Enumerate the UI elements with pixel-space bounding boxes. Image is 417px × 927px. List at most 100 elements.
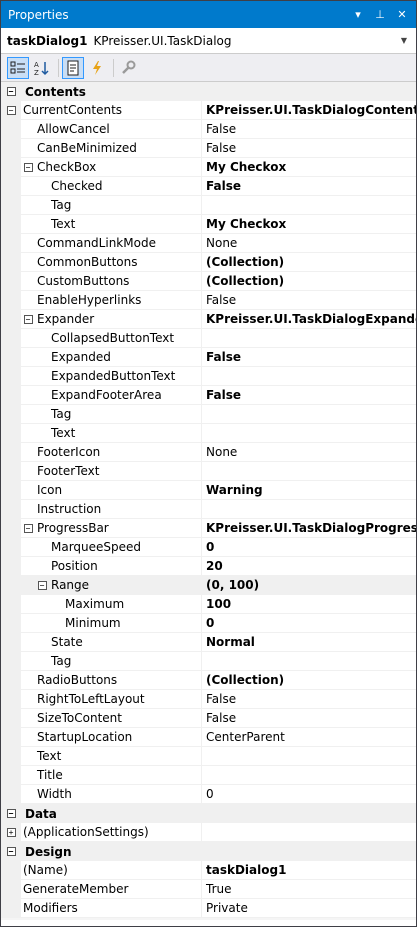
category-toggle[interactable]: − bbox=[1, 82, 21, 101]
collapse-icon[interactable]: − bbox=[23, 314, 33, 324]
property-value[interactable] bbox=[202, 500, 416, 519]
collapse-icon[interactable]: − bbox=[6, 105, 16, 115]
events-button[interactable] bbox=[86, 57, 108, 79]
property-row[interactable]: − Range (0, 100) bbox=[1, 576, 416, 595]
property-name-cell[interactable]: Text bbox=[1, 424, 202, 443]
property-name-cell[interactable]: AllowCancel bbox=[1, 120, 202, 139]
property-value[interactable]: (Collection) bbox=[202, 253, 416, 272]
property-name-cell[interactable]: CanBeMinimized bbox=[1, 139, 202, 158]
property-row[interactable]: SizeToContent False bbox=[1, 709, 416, 728]
property-row[interactable]: Instruction bbox=[1, 500, 416, 519]
property-name-cell[interactable]: GenerateMember bbox=[1, 880, 202, 899]
property-row[interactable]: − ProgressBar KPreisser.UI.TaskDialogProgr… bbox=[1, 519, 416, 538]
property-value[interactable]: True bbox=[202, 880, 416, 899]
property-name-cell[interactable]: Checked bbox=[1, 177, 202, 196]
property-value[interactable] bbox=[202, 462, 416, 481]
property-name-cell[interactable]: CommandLinkMode bbox=[1, 234, 202, 253]
collapse-icon[interactable]: − bbox=[23, 162, 33, 172]
property-name-cell[interactable]: Position bbox=[1, 557, 202, 576]
property-name-cell[interactable]: − ProgressBar bbox=[1, 519, 202, 538]
property-row[interactable]: StartupLocation CenterParent bbox=[1, 728, 416, 747]
property-value[interactable]: My Checkox bbox=[202, 215, 416, 234]
property-value[interactable]: False bbox=[202, 120, 416, 139]
property-name-cell[interactable]: FooterText bbox=[1, 462, 202, 481]
property-row[interactable]: Checked False bbox=[1, 177, 416, 196]
property-value[interactable]: False bbox=[202, 709, 416, 728]
property-name-cell[interactable]: + (ApplicationSettings) bbox=[1, 823, 202, 842]
property-value[interactable]: 0 bbox=[202, 785, 416, 804]
property-value[interactable]: False bbox=[202, 386, 416, 405]
property-value[interactable] bbox=[202, 652, 416, 671]
property-value[interactable]: taskDialog1 bbox=[202, 861, 416, 880]
property-row[interactable]: (Name) taskDialog1 bbox=[1, 861, 416, 880]
property-row[interactable]: CommonButtons (Collection) bbox=[1, 253, 416, 272]
collapse-icon[interactable]: − bbox=[6, 809, 16, 818]
property-row[interactable]: CollapsedButtonText bbox=[1, 329, 416, 348]
property-name-cell[interactable]: MarqueeSpeed bbox=[1, 538, 202, 557]
expander-slot[interactable]: − bbox=[21, 314, 35, 324]
property-value[interactable] bbox=[202, 405, 416, 424]
property-row[interactable]: Expanded False bbox=[1, 348, 416, 367]
property-value[interactable] bbox=[202, 823, 416, 842]
property-name-cell[interactable]: Maximum bbox=[1, 595, 202, 614]
property-row[interactable]: Position 20 bbox=[1, 557, 416, 576]
property-value[interactable]: Private bbox=[202, 899, 416, 918]
property-row[interactable]: Text bbox=[1, 424, 416, 443]
property-name-cell[interactable]: Title bbox=[1, 766, 202, 785]
collapse-icon[interactable]: − bbox=[6, 87, 16, 96]
property-name-cell[interactable]: Expanded bbox=[1, 348, 202, 367]
property-name-cell[interactable]: EnableHyperlinks bbox=[1, 291, 202, 310]
property-row[interactable]: EnableHyperlinks False bbox=[1, 291, 416, 310]
property-row[interactable]: Minimum 0 bbox=[1, 614, 416, 633]
property-row[interactable]: MarqueeSpeed 0 bbox=[1, 538, 416, 557]
property-value[interactable]: 0 bbox=[202, 614, 416, 633]
property-name-cell[interactable]: RightToLeftLayout bbox=[1, 690, 202, 709]
collapse-icon[interactable]: − bbox=[6, 847, 16, 856]
property-row[interactable]: Tag bbox=[1, 405, 416, 424]
property-name-cell[interactable]: − Expander bbox=[1, 310, 202, 329]
property-pages-button[interactable] bbox=[117, 57, 139, 79]
window-position-dropdown-icon[interactable]: ▾ bbox=[350, 7, 366, 23]
property-value[interactable] bbox=[202, 367, 416, 386]
property-name-cell[interactable]: − CheckBox bbox=[1, 158, 202, 177]
property-row[interactable]: RadioButtons (Collection) bbox=[1, 671, 416, 690]
expander-slot[interactable]: − bbox=[21, 523, 35, 533]
property-name-cell[interactable]: Minimum bbox=[1, 614, 202, 633]
properties-button[interactable] bbox=[62, 56, 84, 79]
chevron-down-icon[interactable]: ▼ bbox=[396, 36, 412, 45]
row-gutter[interactable]: + bbox=[1, 823, 21, 841]
property-value[interactable]: My Checkox bbox=[202, 158, 416, 177]
property-value[interactable]: 100 bbox=[202, 595, 416, 614]
property-row[interactable]: CanBeMinimized False bbox=[1, 139, 416, 158]
property-name-cell[interactable]: Text bbox=[1, 747, 202, 766]
property-value[interactable]: None bbox=[202, 234, 416, 253]
property-value[interactable] bbox=[202, 766, 416, 785]
property-row[interactable]: FooterIcon None bbox=[1, 443, 416, 462]
property-row[interactable]: AllowCancel False bbox=[1, 120, 416, 139]
alphabetical-button[interactable]: A Z bbox=[31, 57, 53, 79]
property-value[interactable]: False bbox=[202, 348, 416, 367]
property-row[interactable]: RightToLeftLayout False bbox=[1, 690, 416, 709]
category-toggle[interactable]: − bbox=[1, 842, 21, 861]
property-name-cell[interactable]: Icon bbox=[1, 481, 202, 500]
collapse-icon[interactable]: − bbox=[37, 580, 47, 590]
property-row[interactable]: Tag bbox=[1, 196, 416, 215]
property-name-cell[interactable]: Tag bbox=[1, 652, 202, 671]
property-value[interactable]: False bbox=[202, 139, 416, 158]
property-name-cell[interactable]: Text bbox=[1, 215, 202, 234]
property-value[interactable]: (Collection) bbox=[202, 671, 416, 690]
property-row[interactable]: Text My Checkox bbox=[1, 215, 416, 234]
property-name-cell[interactable]: Width bbox=[1, 785, 202, 804]
property-row[interactable]: − Expander KPreisser.UI.TaskDialogExpander bbox=[1, 310, 416, 329]
property-row[interactable]: ExpandFooterArea False bbox=[1, 386, 416, 405]
property-value[interactable]: KPreisser.UI.TaskDialogProgressBar bbox=[202, 519, 416, 538]
close-icon[interactable]: ✕ bbox=[394, 7, 410, 23]
property-value[interactable]: 0 bbox=[202, 538, 416, 557]
categorized-button[interactable] bbox=[7, 56, 29, 79]
property-row[interactable]: − CheckBox My Checkox bbox=[1, 158, 416, 177]
property-name-cell[interactable]: CommonButtons bbox=[1, 253, 202, 272]
property-name-cell[interactable]: RadioButtons bbox=[1, 671, 202, 690]
property-row[interactable]: CustomButtons (Collection) bbox=[1, 272, 416, 291]
property-row[interactable]: FooterText bbox=[1, 462, 416, 481]
property-value[interactable]: None bbox=[202, 443, 416, 462]
